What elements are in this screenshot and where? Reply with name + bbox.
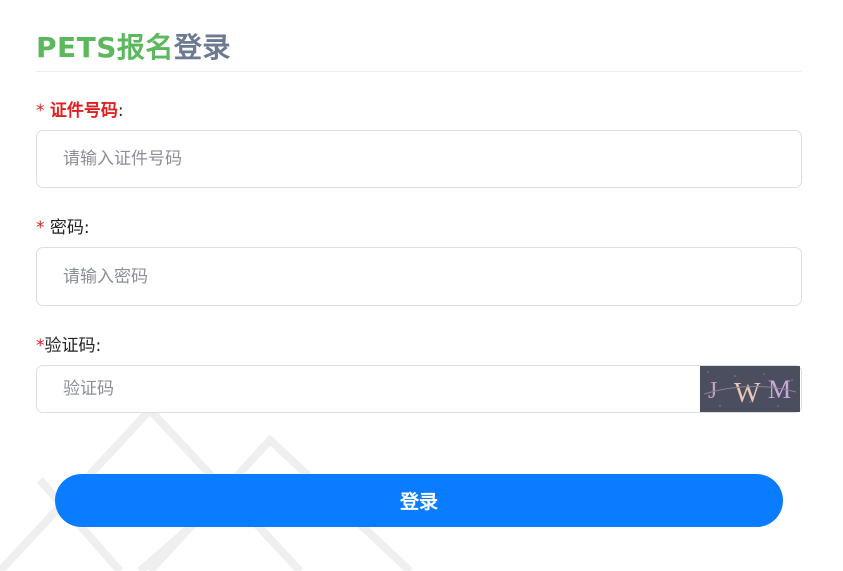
title-brand: PETS报名 xyxy=(36,31,174,64)
id-number-input[interactable] xyxy=(37,131,801,187)
captcha-image-graphic: J W M xyxy=(700,366,800,412)
svg-text:M: M xyxy=(768,375,791,404)
title-action: 登录 xyxy=(173,31,231,64)
id-number-label: * 证件号码: xyxy=(36,96,124,121)
title-divider xyxy=(36,71,802,72)
captcha-image[interactable]: J W M xyxy=(700,366,800,412)
password-label-text: 密码 xyxy=(49,218,84,238)
id-number-label-text: 证件号码 xyxy=(49,101,118,121)
login-button[interactable]: 登录 xyxy=(55,474,783,527)
page-title: PETS报名登录 xyxy=(36,26,231,66)
svg-text:W: W xyxy=(734,378,761,409)
label-colon: : xyxy=(83,218,90,238)
captcha-label-text: 验证码 xyxy=(44,336,96,356)
label-colon: : xyxy=(117,101,124,121)
label-colon: : xyxy=(95,336,102,356)
login-page: PETS报名登录 * 证件号码: * 密码: *验证码: J W M xyxy=(0,0,843,571)
required-mark: * xyxy=(36,336,45,356)
required-mark: * xyxy=(36,101,45,121)
password-label: * 密码: xyxy=(36,213,90,238)
password-input[interactable] xyxy=(37,248,801,305)
captcha-label: *验证码: xyxy=(36,331,101,356)
id-number-field[interactable] xyxy=(36,130,802,188)
captcha-input[interactable] xyxy=(37,366,801,412)
captcha-field[interactable] xyxy=(36,365,802,413)
required-mark: * xyxy=(36,218,45,238)
password-field[interactable] xyxy=(36,247,802,306)
